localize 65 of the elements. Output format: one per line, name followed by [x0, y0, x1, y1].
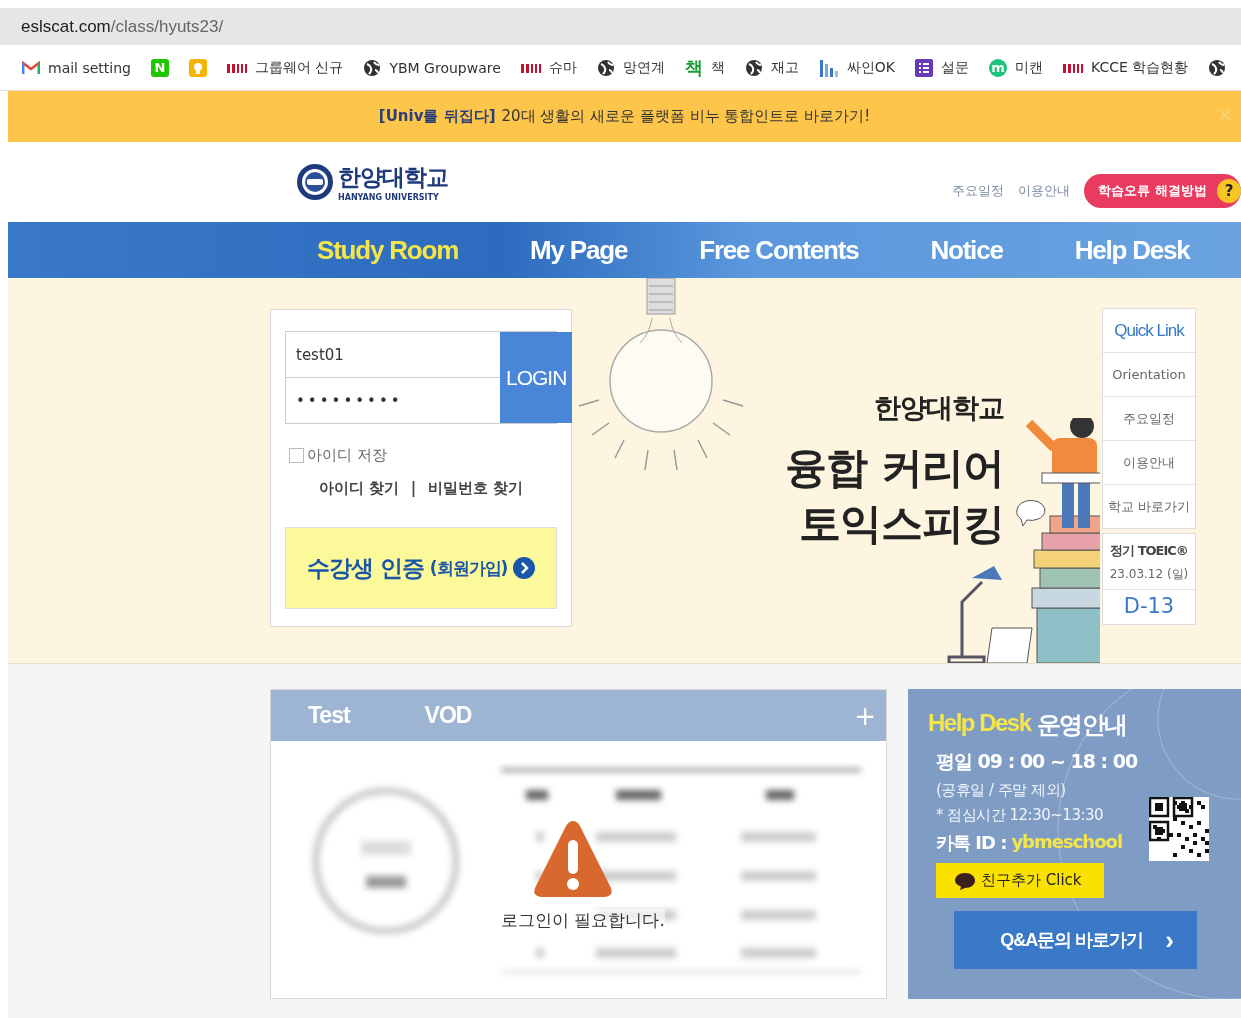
bar-chart-icon [818, 57, 839, 78]
find-password-link[interactable]: 비밀번호 찾기 [428, 479, 524, 498]
help-button[interactable]: 학습오류 해결방법 ? [1084, 174, 1241, 208]
globe-icon [1208, 58, 1227, 77]
header-link[interactable]: 이용안내 [1018, 182, 1071, 200]
lunch-hours: * 점심시간 12:30~13:30 [936, 806, 1105, 825]
letter-icon: m [989, 58, 1008, 77]
hero-title-line: 토익스피킹 [799, 498, 1004, 550]
bookmark-link[interactable]: 미캔 [1015, 58, 1044, 77]
help-desk-subtitle: 운영안내 [1036, 710, 1127, 740]
warning-icon [532, 818, 614, 900]
signup-button[interactable]: 수강생 인증 (회원가입) [285, 527, 557, 609]
separator: | [410, 479, 417, 498]
bookmark-link[interactable]: 설문 [941, 58, 970, 77]
remember-checkbox[interactable] [289, 448, 304, 463]
bookmark-link[interactable]: 그룹웨어 신규 [255, 58, 344, 77]
bookmark-link[interactable]: YBM Groupware [389, 59, 501, 76]
kakao-label: 카톡 ID : [936, 831, 1007, 855]
globe-icon [363, 58, 382, 77]
speech-bubble-icon [954, 871, 976, 890]
nav-tab[interactable]: Study Room [317, 230, 459, 270]
banner-tag: [Univ를 뒤집다] [378, 107, 496, 126]
find-id-link[interactable]: 아이디 찾기 [318, 479, 399, 498]
mail-icon [22, 60, 40, 75]
header-link[interactable]: 주요일정 [952, 182, 1005, 200]
list-form-icon [915, 58, 934, 77]
hero-title-line: 융합 커리어 [785, 442, 1004, 494]
letter-icon: N [151, 58, 169, 77]
logo-name[interactable]: 한양대학교 [338, 162, 448, 193]
bookmark-link[interactable]: mail setting [48, 59, 131, 76]
globe-icon [744, 58, 763, 77]
exam-date: 23.03.12 (일) [1109, 566, 1189, 583]
qna-button[interactable]: Q&A문의 바로가기 › [954, 911, 1197, 969]
bookmark-link[interactable]: 슈마 [548, 58, 577, 77]
nav-tab[interactable]: My Page [530, 230, 628, 270]
bookmark-link[interactable]: 재고 [770, 58, 799, 77]
bookmark-link[interactable]: KCCE 학습현황 [1091, 58, 1189, 77]
globe-icon [596, 58, 615, 77]
bookmark-link[interactable]: 싸인OK [846, 58, 896, 77]
bulb-icon [189, 58, 207, 77]
ybm-logo-icon [520, 61, 541, 74]
ybm-logo-icon [227, 61, 247, 74]
add-friend-button[interactable]: 친구추가 Click [936, 863, 1104, 898]
bookmark-link[interactable]: 책 [710, 58, 725, 77]
hours-note: (공휴일 / 주말 제외) [936, 781, 1067, 800]
help-desk-title: Help Desk [928, 709, 1031, 738]
kakao-id: ybmeschool [1011, 831, 1123, 854]
bookmark-link[interactable]: 망연계 [622, 58, 665, 77]
qr-code-icon [1149, 797, 1209, 861]
login-required-message: 로그인이 필요합니다. [501, 909, 665, 932]
d-day-counter: D-13 [1103, 589, 1195, 624]
banner-text[interactable]: 20대 생활의 새로운 플랫폼 비누 통합인트로 바로가기! [501, 107, 871, 126]
ybm-logo-icon [1063, 61, 1084, 74]
close-icon[interactable] [1219, 109, 1231, 121]
login-button[interactable]: LOGIN [500, 332, 573, 423]
question-icon: ? [1217, 179, 1241, 203]
book-glyph-icon: 책 [684, 55, 703, 80]
logo-subtitle: HANYANG UNIVERSITY [338, 193, 440, 202]
hero-subtitle: 한양대학교 [874, 391, 1004, 425]
exam-title: 정기 TOEIC® [1110, 542, 1188, 560]
remember-label[interactable]: 아이디 저장 [307, 446, 387, 465]
chevron-circle-icon [513, 557, 536, 579]
university-seal-icon [296, 161, 334, 203]
office-hours: 평일 09 : 00 ~ 18 : 00 [936, 749, 1139, 774]
address-bar[interactable]: eslscat.com/class/hyuts23/ [0, 8, 1241, 45]
